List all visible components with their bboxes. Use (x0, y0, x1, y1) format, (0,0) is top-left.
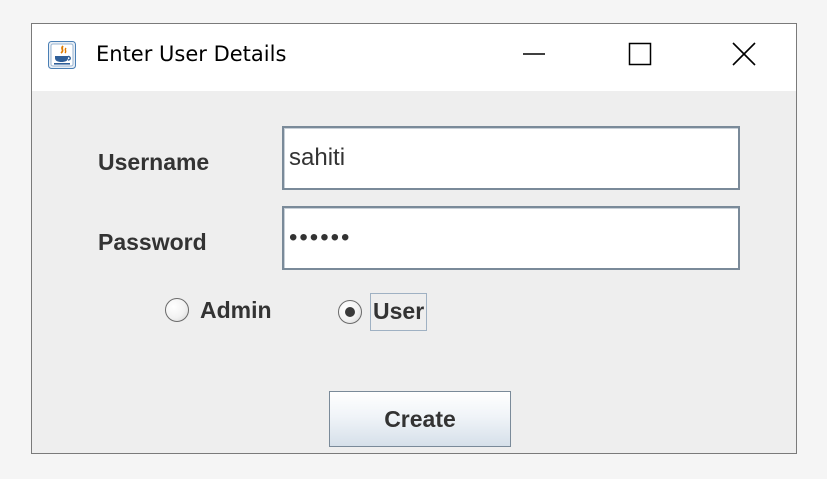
maximize-button[interactable] (605, 24, 675, 84)
window-title: Enter User Details (96, 42, 287, 66)
user-radio-circle[interactable] (338, 300, 362, 324)
form-panel: Username sahiti Password •••••• Admin Us… (32, 91, 796, 453)
admin-radio[interactable]: Admin (165, 295, 272, 325)
password-label: Password (98, 229, 207, 255)
password-field[interactable]: •••••• (282, 206, 740, 270)
title-bar[interactable]: Enter User Details (32, 24, 796, 91)
user-radio-label[interactable]: User (370, 293, 428, 331)
enter-user-details-window: Enter User Details Username sahiti Passw… (31, 23, 797, 454)
username-label: Username (98, 149, 210, 175)
minimize-icon (523, 53, 545, 55)
admin-radio-circle[interactable] (165, 298, 189, 322)
minimize-button[interactable] (499, 24, 569, 84)
close-icon (732, 42, 756, 66)
close-button[interactable] (709, 24, 779, 84)
maximize-icon (628, 42, 652, 66)
java-cup-icon (48, 41, 76, 69)
admin-radio-label[interactable]: Admin (200, 295, 272, 325)
user-radio[interactable]: User (338, 293, 428, 331)
username-field[interactable]: sahiti (282, 126, 740, 190)
create-button[interactable]: Create (329, 391, 511, 447)
